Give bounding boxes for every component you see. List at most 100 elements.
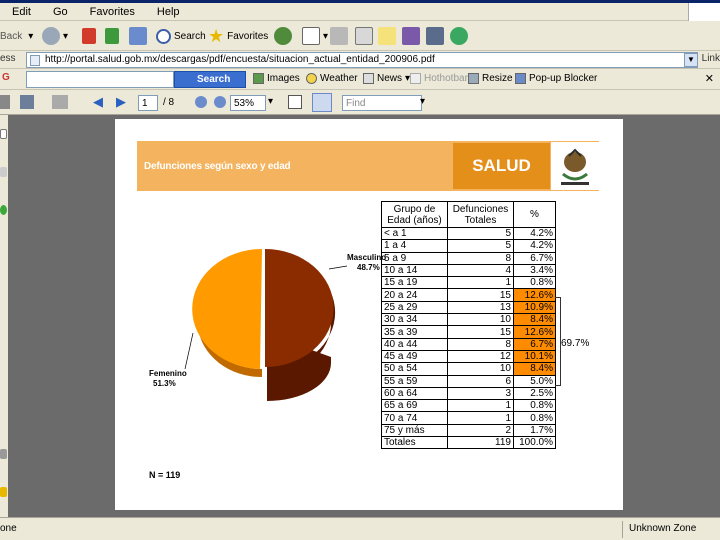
pdf-page: Defunciones según sexo y edad SALUD Masc… bbox=[115, 119, 623, 510]
percent-cell: 4.2% bbox=[513, 239, 556, 253]
popup-blocker-button[interactable]: Pop-up Blocker bbox=[515, 73, 597, 84]
fem-value: 51.3% bbox=[153, 379, 176, 388]
forward-button[interactable]: ▾ bbox=[42, 24, 68, 48]
deaths-cell: 12 bbox=[447, 349, 514, 364]
history-icon bbox=[274, 27, 292, 45]
discuss-button[interactable] bbox=[402, 24, 423, 48]
deaths-cell: 10 bbox=[447, 313, 514, 327]
age-group-cell: 1 a 4 bbox=[381, 239, 448, 253]
save-pdf-icon[interactable] bbox=[20, 95, 34, 109]
table-row: 30 a 34 10 8.4% bbox=[381, 313, 556, 327]
hothotbar-button[interactable]: Hothotbar bbox=[410, 73, 468, 84]
percent-cell: 0.8% bbox=[513, 399, 556, 413]
deaths-cell: 2 bbox=[447, 423, 514, 438]
table-row: 65 a 69 1 0.8% bbox=[381, 399, 556, 413]
next-page-icon[interactable]: ▶ bbox=[116, 94, 126, 110]
zoom-select[interactable]: 53% bbox=[230, 95, 266, 111]
address-input[interactable]: http://portal.salud.gob.mx/descargas/pdf… bbox=[26, 52, 698, 68]
comments-icon[interactable] bbox=[0, 205, 7, 215]
age-group-cell: 45 a 49 bbox=[381, 349, 448, 364]
fit-page-icon[interactable] bbox=[312, 93, 332, 112]
google-search-button[interactable]: Search bbox=[174, 71, 246, 88]
images-button[interactable]: Images bbox=[253, 73, 300, 84]
search-button[interactable]: Search bbox=[156, 24, 206, 48]
pie-chart bbox=[192, 248, 336, 401]
research-button[interactable] bbox=[426, 24, 447, 48]
home-button[interactable] bbox=[129, 24, 150, 48]
status-bar: one Unknown Zone bbox=[0, 517, 720, 540]
messenger-button[interactable] bbox=[450, 24, 471, 48]
find-input[interactable]: Find bbox=[342, 95, 422, 111]
dropdown-arrow-icon[interactable]: ▾ bbox=[63, 31, 68, 42]
dropdown-arrow-icon[interactable]: ▾ bbox=[28, 31, 33, 42]
pages-icon[interactable] bbox=[0, 129, 7, 139]
percent-cell: 10.1% bbox=[513, 349, 556, 364]
back-label: Back bbox=[0, 30, 23, 42]
zoom-in-icon[interactable] bbox=[214, 96, 226, 108]
menu-help[interactable]: Help bbox=[145, 6, 190, 18]
percent-cell: 4.2% bbox=[513, 226, 556, 241]
print-pdf-icon[interactable] bbox=[0, 95, 10, 109]
address-dropdown-icon[interactable]: ▼ bbox=[684, 53, 698, 67]
pie-slice-femenino bbox=[192, 249, 262, 369]
percent-cell: 3.4% bbox=[513, 263, 556, 278]
percent-cell: 8.4% bbox=[513, 362, 556, 376]
back-button[interactable]: Back ▾ bbox=[0, 24, 33, 48]
favorites-button[interactable]: ★ Favorites bbox=[208, 24, 268, 48]
table-row: 10 a 14 4 3.4% bbox=[381, 263, 556, 278]
age-group-cell: 35 a 39 bbox=[381, 325, 448, 339]
find-placeholder: Find bbox=[346, 97, 366, 109]
refresh-icon bbox=[105, 28, 119, 44]
lock-icon[interactable] bbox=[0, 487, 7, 497]
google-search-input[interactable] bbox=[26, 71, 174, 88]
age-group-cell: 60 a 64 bbox=[381, 386, 448, 401]
fit-width-icon[interactable] bbox=[288, 95, 302, 109]
print-button[interactable] bbox=[330, 24, 351, 48]
percent-cell: 6.7% bbox=[513, 337, 556, 351]
attachments-icon[interactable] bbox=[0, 167, 7, 177]
search-label: Search bbox=[174, 30, 206, 42]
dropdown-arrow-icon[interactable]: ▾ bbox=[323, 31, 328, 42]
zoom-value: 53% bbox=[234, 97, 255, 109]
tools-icon[interactable] bbox=[52, 95, 68, 109]
links-label[interactable]: Link bbox=[702, 53, 720, 64]
address-label: ess bbox=[0, 53, 16, 64]
news-button[interactable]: News ▾ bbox=[363, 73, 410, 84]
slide-title: Defunciones según sexo y edad bbox=[144, 161, 291, 172]
signatures-icon[interactable] bbox=[0, 449, 7, 459]
zoom-out-icon[interactable] bbox=[195, 96, 207, 108]
edit-icon bbox=[355, 27, 373, 45]
table-header-row: Grupo de Edad (años) Defunciones Totales… bbox=[381, 201, 556, 228]
resize-button[interactable]: Resize bbox=[468, 73, 513, 84]
security-zone: Unknown Zone bbox=[629, 523, 697, 534]
dropdown-arrow-icon[interactable]: ▾ bbox=[420, 96, 425, 107]
printer-icon bbox=[330, 27, 348, 45]
edit-button[interactable] bbox=[355, 24, 376, 48]
notes-icon bbox=[378, 27, 396, 45]
percent-cell: 1.7% bbox=[513, 423, 556, 438]
prev-page-icon[interactable]: ◀ bbox=[93, 94, 103, 110]
close-icon[interactable]: ✕ bbox=[705, 72, 714, 85]
page-number-input[interactable]: 1 bbox=[138, 95, 158, 111]
menu-go[interactable]: Go bbox=[41, 6, 78, 18]
notes-button[interactable] bbox=[378, 24, 399, 48]
age-group-cell: 70 a 74 bbox=[381, 411, 448, 425]
percent-cell: 10.9% bbox=[513, 300, 556, 315]
weather-button[interactable]: Weather bbox=[306, 73, 358, 84]
menu-edit[interactable]: Edit bbox=[0, 6, 41, 18]
pdf-side-panel bbox=[0, 115, 8, 517]
refresh-button[interactable] bbox=[105, 24, 122, 48]
history-button[interactable] bbox=[274, 24, 295, 48]
mail-button[interactable]: ▾ bbox=[302, 24, 328, 48]
menu-favorites[interactable]: Favorites bbox=[78, 6, 145, 18]
weather-label: Weather bbox=[320, 73, 358, 84]
age-group-cell: 55 a 59 bbox=[381, 374, 448, 388]
age-group-cell: 15 a 19 bbox=[381, 276, 448, 290]
percent-cell: 2.5% bbox=[513, 386, 556, 401]
dropdown-arrow-icon[interactable]: ▾ bbox=[268, 96, 273, 107]
stop-button[interactable] bbox=[82, 24, 99, 48]
table-row: 40 a 44 8 6.7% bbox=[381, 337, 556, 351]
messenger-icon bbox=[450, 27, 468, 45]
table-row: 20 a 24 15 12.6% bbox=[381, 288, 556, 302]
page-current: 1 bbox=[142, 97, 148, 109]
